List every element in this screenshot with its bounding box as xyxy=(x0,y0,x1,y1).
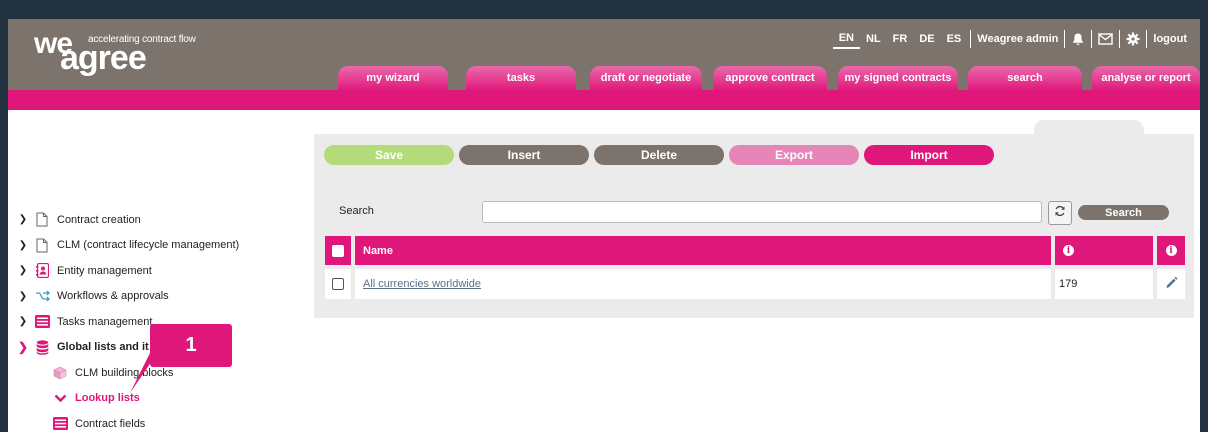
document-icon xyxy=(34,237,50,253)
sidebar-item-label: CLM (contract lifecycle management) xyxy=(57,239,240,252)
nav-tab-my-signed-contracts[interactable]: my signed contracts xyxy=(838,66,958,90)
logo-tagline: accelerating contract flow xyxy=(88,34,196,45)
export-button[interactable]: Export xyxy=(729,145,859,165)
nav-tab-label: my signed contracts xyxy=(844,72,952,84)
lang-en[interactable]: EN xyxy=(832,29,860,49)
row-name-link[interactable]: All currencies worldwide xyxy=(363,278,481,290)
column-header-name: Name xyxy=(363,244,393,257)
lang-nl[interactable]: NL xyxy=(860,30,887,48)
table-header-actions: i xyxy=(1157,236,1185,265)
sidebar-item-label: Contract creation xyxy=(57,213,141,226)
chevron-down-icon[interactable] xyxy=(52,390,68,406)
header: we agree accelerating contract flow EN N… xyxy=(8,19,1200,90)
row-count: 179 xyxy=(1059,278,1078,290)
nav-tab-label: analyse or report xyxy=(1101,72,1191,84)
refresh-icon xyxy=(1054,204,1066,222)
table-row-count: 179 xyxy=(1055,269,1153,299)
bell-icon[interactable] xyxy=(1068,32,1088,46)
sidebar-subitem-label: Contract fields xyxy=(75,417,146,430)
nav-tab-draft-or-negotiate[interactable]: draft or negotiate xyxy=(590,66,702,90)
logo-agree: agree xyxy=(60,39,147,77)
blocks-icon xyxy=(52,365,68,381)
user-name[interactable]: Weagree admin xyxy=(974,33,1061,45)
nav-tab-tasks[interactable]: tasks xyxy=(466,66,576,90)
select-all-checkbox[interactable] xyxy=(332,244,344,257)
nav-tab-label: search xyxy=(1007,72,1043,84)
callout-number: 1 xyxy=(185,334,197,356)
search-input[interactable] xyxy=(482,201,1042,223)
table-row-select xyxy=(325,269,351,299)
lang-de[interactable]: DE xyxy=(913,30,940,48)
nav-tab-approve-contract[interactable]: approve contract xyxy=(713,66,827,90)
top-utility-bar: EN NL FR DE ES Weagree admin logout xyxy=(832,29,1190,49)
nav-tab-label: my wizard xyxy=(366,72,420,84)
chevron-right-icon[interactable]: ❯ xyxy=(16,265,30,276)
info-icon: i xyxy=(1063,245,1074,256)
database-icon xyxy=(34,339,50,355)
logout-link[interactable]: logout xyxy=(1150,33,1190,45)
chevron-right-icon[interactable]: ❯ xyxy=(16,316,30,327)
contact-card-icon xyxy=(34,263,50,279)
workflow-icon xyxy=(34,288,50,304)
callout-pointer xyxy=(130,349,156,393)
divider xyxy=(1091,30,1093,48)
divider xyxy=(1146,30,1148,48)
app-window: we agree accelerating contract flow EN N… xyxy=(8,19,1200,432)
sidebar-item-clm[interactable]: ❯ CLM (contract lifecycle management) xyxy=(16,233,316,259)
table-header-select xyxy=(325,236,351,265)
refresh-button[interactable] xyxy=(1048,201,1072,225)
nav-tab-label: draft or negotiate xyxy=(600,72,692,84)
chevron-right-icon[interactable]: ❯ xyxy=(16,240,30,251)
search-button[interactable]: Search xyxy=(1078,205,1169,220)
delete-button[interactable]: Delete xyxy=(594,145,724,165)
chevron-right-icon[interactable]: ❯ xyxy=(16,214,30,225)
pencil-icon[interactable] xyxy=(1165,276,1178,292)
sidebar-item-contract-creation[interactable]: ❯ Contract creation xyxy=(16,207,316,233)
nav-tab-my-wizard[interactable]: my wizard xyxy=(338,66,448,90)
nav-tab-analyse-or-report[interactable]: analyse or report xyxy=(1092,66,1200,90)
insert-button[interactable]: Insert xyxy=(459,145,589,165)
table-header-name[interactable]: Name xyxy=(355,236,1051,265)
nav-tab-label: approve contract xyxy=(725,72,815,84)
sidebar-item-workflows[interactable]: ❯ Workflows & approvals xyxy=(16,284,316,310)
list-icon xyxy=(34,314,50,330)
list-icon xyxy=(52,416,68,432)
sidebar-item-label: Tasks management xyxy=(57,315,153,328)
lang-fr[interactable]: FR xyxy=(887,30,914,48)
row-checkbox[interactable] xyxy=(332,278,344,290)
gear-icon[interactable] xyxy=(1123,32,1143,46)
sidebar-item-label: Workflows & approvals xyxy=(57,290,169,303)
table-row-actions xyxy=(1157,269,1185,299)
divider xyxy=(970,30,972,48)
table-row: All currencies worldwide xyxy=(355,269,1051,299)
table-header-info: i xyxy=(1055,236,1153,265)
import-button[interactable]: Import xyxy=(864,145,994,165)
mail-icon[interactable] xyxy=(1095,33,1116,45)
divider xyxy=(1119,30,1121,48)
nav-tab-search[interactable]: search xyxy=(968,66,1082,90)
document-icon xyxy=(34,212,50,228)
info-icon: i xyxy=(1165,245,1177,256)
sidebar-item-entity-management[interactable]: ❯ Entity management xyxy=(16,258,316,284)
nav-underline-bar xyxy=(8,90,1200,110)
lang-es[interactable]: ES xyxy=(941,30,968,48)
nav-tab-label: tasks xyxy=(506,72,536,84)
sidebar-subitem-contract-fields[interactable]: Contract fields xyxy=(16,411,316,432)
chevron-down-icon[interactable]: ❯ xyxy=(16,340,30,354)
divider xyxy=(1064,30,1066,48)
save-button[interactable]: Save xyxy=(324,145,454,165)
sidebar-item-label: Entity management xyxy=(57,264,152,277)
search-label: Search xyxy=(339,205,374,217)
chevron-right-icon[interactable]: ❯ xyxy=(16,291,30,302)
